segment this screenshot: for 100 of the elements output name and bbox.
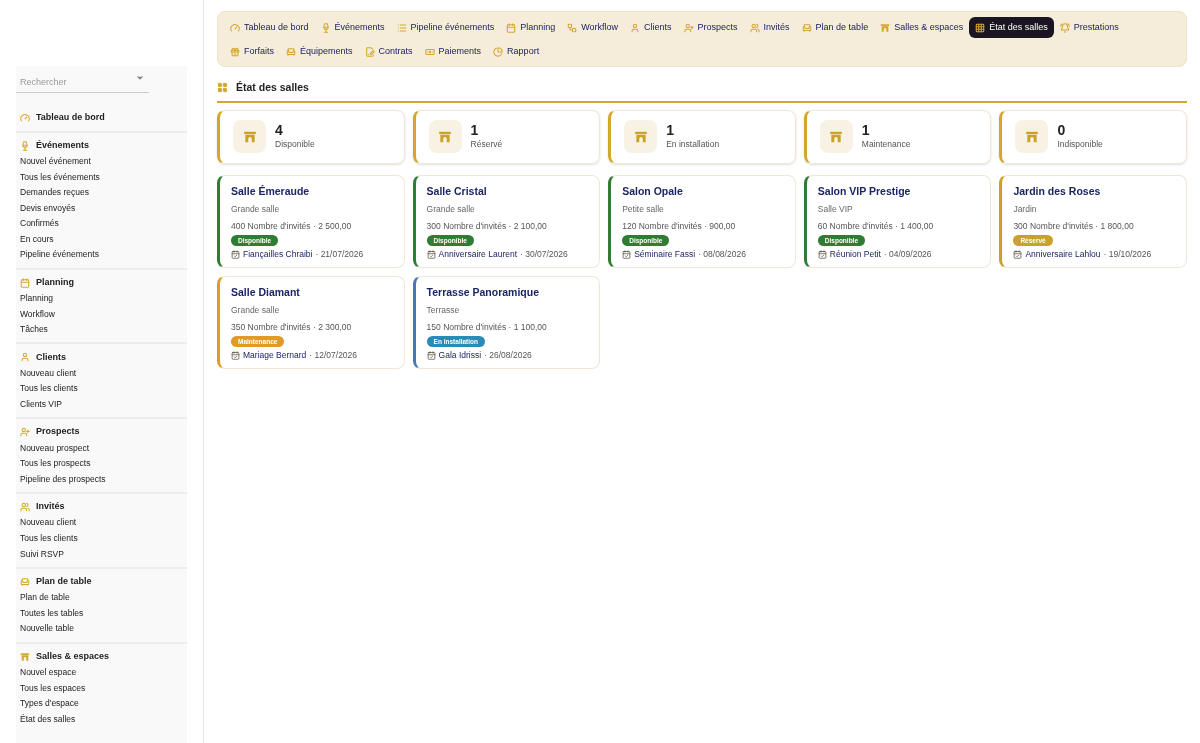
stat-label: En installation bbox=[666, 138, 720, 152]
stat-label: Maintenance bbox=[861, 138, 911, 152]
nav-tab[interactable]: Événements bbox=[314, 17, 391, 38]
arch-icon bbox=[1024, 129, 1039, 144]
arch-icon bbox=[20, 651, 30, 662]
nav-tab[interactable]: Invités bbox=[743, 17, 796, 38]
sidebar-item[interactable]: Nouvel événement bbox=[16, 153, 187, 170]
sidebar-section-header[interactable]: Clients bbox=[16, 349, 187, 366]
sidebar-item[interactable]: Suivi RSVP bbox=[16, 546, 187, 562]
event-date: · 26/08/2026 bbox=[484, 349, 532, 362]
sidebar-item[interactable]: Tâches bbox=[16, 321, 187, 338]
gift-icon bbox=[230, 46, 240, 57]
list-icon bbox=[396, 22, 407, 33]
sidebar-section-header[interactable]: Plan de table bbox=[16, 573, 187, 590]
sidebar-item[interactable]: Pipeline des prospects bbox=[16, 471, 187, 487]
sidebar-section-header[interactable]: Invités bbox=[16, 499, 187, 515]
stat-value: 1 bbox=[861, 122, 871, 139]
grid-icon bbox=[975, 22, 986, 33]
search-field[interactable]: Rechercher bbox=[16, 72, 149, 93]
stat-value: 1 bbox=[666, 122, 675, 139]
nav-tab[interactable]: Prestations bbox=[1053, 17, 1125, 38]
event-link[interactable]: Mariage Bernard bbox=[243, 349, 307, 362]
pie-chart-icon bbox=[493, 46, 504, 57]
sidebar-section-header[interactable]: Tableau de bord bbox=[16, 109, 187, 126]
sidebar-section-header[interactable]: Prospects bbox=[16, 424, 187, 441]
room-type: Grande salle bbox=[231, 202, 281, 216]
sidebar-item[interactable]: Nouvelle table bbox=[16, 620, 187, 637]
sidebar-section-header[interactable]: Événements bbox=[16, 137, 187, 154]
room-type: Grande salle bbox=[231, 303, 281, 317]
calendar-icon bbox=[20, 277, 30, 288]
sidebar-item[interactable]: Tous les clients bbox=[16, 381, 187, 397]
event-link[interactable]: Anniversaire Lahlou bbox=[1025, 248, 1101, 261]
page-title: État des salles bbox=[236, 80, 309, 95]
users-icon bbox=[20, 502, 30, 512]
event-date: · 08/08/2026 bbox=[698, 248, 746, 261]
nav-tab[interactable]: Contrats bbox=[358, 41, 419, 62]
room-details: 350 Nombre d'invités · 2 300,00 bbox=[231, 320, 353, 334]
event-date: · 30/07/2026 bbox=[520, 248, 568, 261]
arch-icon bbox=[438, 129, 453, 144]
room-name: Salle Diamant bbox=[231, 285, 301, 299]
sidebar-item[interactable]: Demandes reçues bbox=[16, 184, 187, 201]
nav-tab[interactable]: Tableau de bord bbox=[224, 17, 315, 38]
sidebar-item[interactable]: Nouvel espace bbox=[16, 664, 187, 681]
calendar-check-icon bbox=[231, 351, 240, 361]
sidebar-item[interactable]: Tous les espaces bbox=[16, 680, 187, 696]
stat-label: Indisponible bbox=[1057, 138, 1103, 152]
nav-tab[interactable]: État des salles bbox=[969, 17, 1054, 38]
sidebar-item[interactable]: Plan de table bbox=[16, 589, 187, 606]
nav-tab[interactable]: Workflow bbox=[561, 17, 625, 38]
sidebar-item[interactable]: Nouveau prospect bbox=[16, 440, 187, 456]
event-link[interactable]: Séminaire Fassi bbox=[634, 248, 696, 261]
event-link[interactable]: Réunion Petit bbox=[829, 248, 881, 261]
user-plus-icon bbox=[20, 427, 30, 438]
arch-icon bbox=[829, 129, 844, 144]
sidebar-section-header[interactable]: Planning bbox=[16, 274, 187, 291]
sidebar-item[interactable]: En cours bbox=[16, 231, 187, 248]
nav-tab[interactable]: Plan de table bbox=[795, 17, 875, 38]
sidebar-item[interactable]: Pipeline événements bbox=[16, 247, 187, 263]
sidebar-item[interactable]: Tous les clients bbox=[16, 530, 187, 547]
room-details: 300 Nombre d'invités · 2 100,00 bbox=[426, 219, 548, 233]
sidebar-item[interactable]: Nouveau client bbox=[16, 515, 187, 531]
room-name: Salon VIP Prestige bbox=[817, 184, 912, 198]
nav-tab[interactable]: Forfaits bbox=[224, 41, 280, 62]
dropdown-caret-icon bbox=[135, 73, 145, 83]
sidebar-item[interactable]: Tous les événements bbox=[16, 169, 187, 185]
chair-icon bbox=[20, 576, 30, 587]
room-name: Salle Cristal bbox=[426, 184, 488, 198]
sidebar-item[interactable]: Confirmés bbox=[16, 215, 187, 232]
sidebar-section-header[interactable]: Salles & espaces bbox=[16, 648, 187, 665]
nav-tab[interactable]: Clients bbox=[624, 17, 678, 38]
room-name: Jardin des Roses bbox=[1013, 184, 1102, 198]
sidebar-item[interactable]: Planning bbox=[16, 290, 187, 307]
nav-tab[interactable]: Prospects bbox=[677, 17, 744, 38]
sidebar-item[interactable]: État des salles bbox=[16, 711, 187, 727]
calendar-icon bbox=[506, 22, 517, 33]
sidebar-item[interactable]: Clients VIP bbox=[16, 396, 187, 413]
event-link[interactable]: Fiançailles Chraibi bbox=[243, 248, 313, 261]
stat-label: Réservé bbox=[470, 138, 503, 152]
user-icon bbox=[630, 22, 641, 33]
bell-icon bbox=[1059, 22, 1070, 33]
event-link[interactable]: Anniversaire Laurent bbox=[438, 248, 518, 261]
contract-icon bbox=[364, 46, 375, 57]
room-details: 300 Nombre d'invités · 1 800,00 bbox=[1013, 219, 1135, 233]
sidebar-item[interactable]: Types d'espace bbox=[16, 695, 187, 712]
sidebar-item[interactable]: Workflow bbox=[16, 306, 187, 322]
nav-tab[interactable]: Rapport bbox=[487, 41, 546, 62]
room-details: 400 Nombre d'invités · 2 500,00 bbox=[231, 219, 353, 233]
event-date: · 21/07/2026 bbox=[315, 248, 364, 261]
nav-tab[interactable]: Pipeline événements bbox=[390, 17, 501, 38]
nav-tab[interactable]: Équipements bbox=[280, 41, 359, 62]
nav-tab[interactable]: Paiements bbox=[418, 41, 488, 62]
event-link[interactable]: Gala Idrissi bbox=[438, 349, 482, 362]
sidebar-item[interactable]: Devis envoyés bbox=[16, 200, 187, 216]
nav-tab[interactable]: Salles & espaces bbox=[874, 17, 970, 38]
sidebar-item[interactable]: Tous les prospects bbox=[16, 455, 187, 472]
nav-tab[interactable]: Planning bbox=[500, 17, 562, 38]
sidebar-item[interactable]: Nouveau client bbox=[16, 365, 187, 382]
sidebar-item[interactable]: Toutes les tables bbox=[16, 605, 187, 621]
gauge-icon bbox=[20, 112, 30, 123]
room-name: Salon Opale bbox=[622, 184, 684, 198]
